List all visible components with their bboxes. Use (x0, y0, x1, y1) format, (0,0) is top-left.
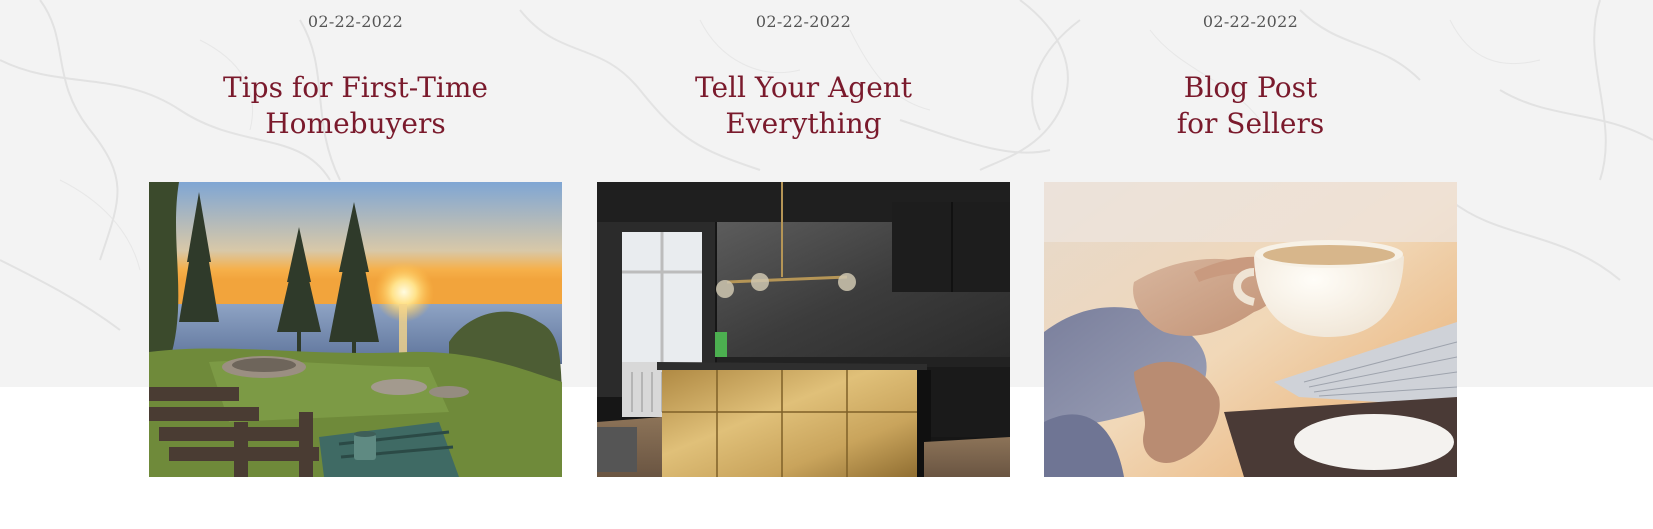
post-title-line: Blog Post (1183, 71, 1318, 104)
post-title-link[interactable]: Tell Your Agent Everything (597, 70, 1010, 142)
blog-posts-grid: 02-22-2022 Tips for First-Time Homebuyer… (0, 0, 1653, 529)
blog-post-card: 02-22-2022 Tips for First-Time Homebuyer… (149, 0, 562, 477)
blog-section: 02-22-2022 Tips for First-Time Homebuyer… (0, 0, 1653, 529)
post-title-line: Tips for First-Time (223, 71, 488, 104)
post-date: 02-22-2022 (307, 12, 404, 31)
post-title-line: Everything (725, 107, 882, 140)
post-title-line: Homebuyers (265, 107, 446, 140)
post-title-link[interactable]: Tips for First-Time Homebuyers (149, 70, 562, 142)
post-date: 02-22-2022 (755, 12, 852, 31)
blog-post-card: 02-22-2022 Tell Your Agent Everything (597, 0, 1010, 477)
post-title-link[interactable]: Blog Post for Sellers (1044, 70, 1457, 142)
coffee-cup-laptop-photo[interactable] (1044, 182, 1457, 477)
modern-kitchen-photo[interactable] (597, 182, 1010, 477)
post-title-line: for Sellers (1176, 107, 1325, 140)
post-date: 02-22-2022 (1202, 12, 1299, 31)
post-title-line: Tell Your Agent (694, 71, 913, 104)
blog-post-card: 02-22-2022 Blog Post for Sellers (1044, 0, 1457, 477)
lakeside-sunset-photo[interactable] (149, 182, 562, 477)
